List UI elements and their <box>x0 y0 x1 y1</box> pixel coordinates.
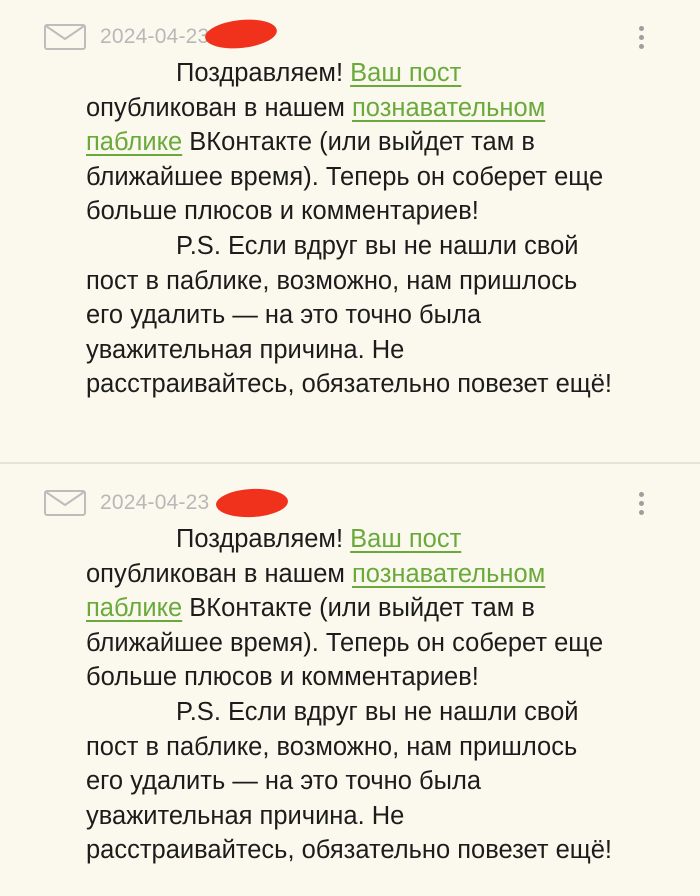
more-vertical-icon <box>639 26 644 31</box>
public-link[interactable]: познавательном <box>352 94 545 122</box>
notification-message: 2024-04-23 Поздравляем! Ваш пост опублик… <box>0 466 700 896</box>
body-line: больше плюсов и комментариев! <box>86 197 479 226</box>
body-line: опубликован в нашем познавательном <box>86 559 546 588</box>
notification-message: 2024-04-23 Поздравляем! Ваш пост опублик… <box>0 0 700 430</box>
greeting-text: Поздравляем! <box>176 525 351 553</box>
body-line: расстраивайтесь, обязательно повезет ещё… <box>86 370 613 399</box>
public-link[interactable]: познавательном <box>352 560 545 588</box>
more-options-button[interactable] <box>630 490 654 518</box>
body-line: его удалить — на это точно была <box>86 767 482 796</box>
envelope-icon <box>44 24 86 50</box>
body-line: больше плюсов и комментариев! <box>86 663 479 692</box>
body-line: опубликован в нашем познавательном <box>86 93 546 122</box>
body-line: P.S. Если вдруг вы не нашли свой <box>176 697 579 726</box>
message-body: Поздравляем! Ваш пост опубликован в наше… <box>86 522 686 868</box>
message-date: 2024-04-23 <box>100 491 210 514</box>
more-options-button[interactable] <box>630 24 654 52</box>
public-link[interactable]: паблике <box>86 128 182 156</box>
public-link[interactable]: паблике <box>86 594 182 622</box>
envelope-icon <box>44 490 86 516</box>
body-line: уважительная причина. Не <box>86 801 405 830</box>
post-link[interactable]: Ваш пост <box>350 59 461 87</box>
body-line: Поздравляем! Ваш пост <box>86 522 686 557</box>
body-line: паблике ВКонтакте (или выйдет там в <box>86 128 535 157</box>
body-line: расстраивайтесь, обязательно повезет ещё… <box>86 836 613 865</box>
body-line: P.S. Если вдруг вы не нашли свой <box>176 231 579 260</box>
message-divider <box>0 462 700 464</box>
body-line: уважительная причина. Не <box>86 335 405 364</box>
post-link[interactable]: Ваш пост <box>350 525 461 553</box>
greeting-text: Поздравляем! <box>176 59 351 87</box>
more-vertical-icon <box>639 492 644 497</box>
body-line: ближайшее время). Теперь он соберет еще <box>86 628 604 657</box>
message-body: Поздравляем! Ваш пост опубликован в наше… <box>86 56 686 402</box>
body-line: пост в паблике, возможно, нам пришлось <box>86 266 578 295</box>
body-line: пост в паблике, возможно, нам пришлось <box>86 732 578 761</box>
body-line: паблике ВКонтакте (или выйдет там в <box>86 594 535 623</box>
message-date: 2024-04-23 <box>100 25 210 48</box>
body-line: Поздравляем! Ваш пост <box>86 56 686 91</box>
body-line: ближайшее время). Теперь он соберет еще <box>86 162 604 191</box>
body-line: его удалить — на это точно была <box>86 301 482 330</box>
